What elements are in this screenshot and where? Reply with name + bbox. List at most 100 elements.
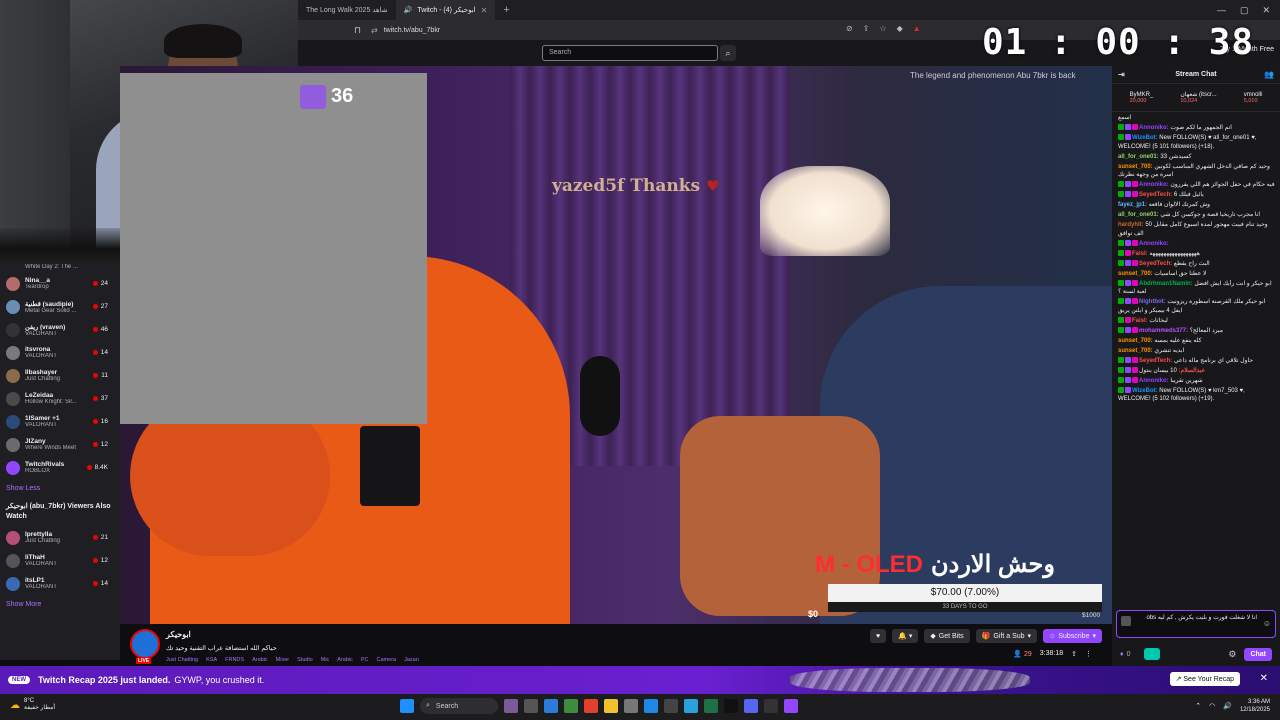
video-player[interactable]: 36 yazed5f Thanks ♥ The legend and pheno… [120, 66, 1112, 624]
vip-badge-icon[interactable] [1132, 259, 1138, 266]
chat-username[interactable]: Annoniko: [1139, 182, 1169, 188]
sub-badge-icon[interactable] [1125, 259, 1131, 266]
chat-username[interactable]: mohammeds377: [1139, 328, 1188, 334]
collapse-chat-icon[interactable]: ⇥ [1118, 70, 1125, 79]
chat-username[interactable]: SeyedTech: [1139, 192, 1172, 198]
obs-icon[interactable] [764, 699, 778, 713]
stream-tag[interactable]: Mic [321, 657, 330, 663]
clock[interactable]: 3:36 AM 12/18/2025 [1240, 698, 1270, 714]
sub-badge-icon[interactable] [1125, 326, 1131, 333]
new-tab-button[interactable]: + [495, 4, 517, 16]
chat-username[interactable]: sunset_700: [1118, 271, 1153, 277]
search-input[interactable]: Search [542, 45, 718, 61]
chat-username[interactable]: all_for_one01: [1118, 154, 1159, 160]
leaderboard-entry[interactable]: vmnolli 5,010 [1244, 92, 1263, 104]
mod-badge-icon[interactable] [1118, 386, 1124, 393]
chat-username[interactable]: SeyedTech: [1139, 261, 1172, 267]
mod-badge-icon[interactable] [1118, 316, 1124, 323]
windows-start-icon[interactable] [400, 699, 414, 713]
channel-points[interactable]: ♦ 0 [1120, 651, 1130, 658]
sub-badge-icon[interactable] [1125, 356, 1131, 363]
stream-tag[interactable]: Jazan [404, 657, 419, 663]
translate-icon[interactable]: ⊘ [846, 24, 853, 33]
vip-badge-icon[interactable] [1132, 326, 1138, 333]
extension-icon[interactable]: ◆ [897, 24, 903, 33]
search-icon[interactable]: ⌕ [720, 45, 736, 61]
sidebar-channel[interactable]: TwitchRivals ROBLOX 8.4K [0, 456, 120, 479]
file-explorer-icon[interactable] [604, 699, 618, 713]
stream-tag[interactable]: PC [361, 657, 369, 663]
stream-tag[interactable]: Studio [297, 657, 313, 663]
chat-username[interactable]: hardyhit: [1118, 222, 1144, 228]
sub-badge-icon[interactable] [1125, 376, 1131, 383]
sidebar-channel[interactable]: itsvrona VALORANT 14 [0, 341, 120, 364]
chat-username[interactable]: عبدالسلام: [1179, 368, 1206, 374]
stream-tag[interactable]: Mixer [276, 657, 289, 663]
stream-tag[interactable]: FRNDS [225, 657, 244, 663]
sub-badge-icon[interactable] [1125, 239, 1131, 246]
mod-badge-icon[interactable] [1118, 298, 1124, 304]
show-less-link[interactable]: Show Less [0, 479, 120, 498]
twitch-app-icon[interactable] [784, 699, 798, 713]
maximize-button[interactable]: ▢ [1240, 5, 1249, 16]
sidebar-item[interactable]: White Day 2: The ... [0, 262, 120, 272]
weather-widget[interactable]: ☁ 8°C أمطار خفيفة [10, 698, 55, 712]
chat-send-button[interactable]: Chat [1244, 647, 1272, 661]
notifications-button[interactable]: 🔔 ▾ [892, 629, 919, 643]
chat-username[interactable]: Annoniko: [1139, 241, 1169, 247]
gear-icon[interactable]: ⚙ [1228, 649, 1236, 660]
chat-username[interactable]: Faisl: [1132, 318, 1148, 324]
sub-badge-icon[interactable] [1125, 124, 1131, 130]
see-recap-button[interactable]: ↗ See Your Recap [1169, 672, 1240, 686]
vip-badge-icon[interactable] [1132, 356, 1138, 363]
mod-badge-icon[interactable] [1118, 376, 1124, 383]
mod-badge-icon[interactable] [1118, 356, 1124, 363]
sidebar-channel[interactable]: lprettylla Just Chatting 21 [0, 526, 120, 549]
sub-badge-icon[interactable] [1125, 191, 1131, 197]
mod-badge-icon[interactable] [1118, 366, 1124, 373]
alert-icon[interactable]: ▲ [913, 24, 921, 33]
sidebar-channel[interactable]: Nina__a Teardrop 24 [0, 272, 120, 295]
sub-badge-icon[interactable] [1125, 298, 1131, 304]
chat-username[interactable]: Nightbot: [1139, 299, 1166, 305]
mod-badge-icon[interactable] [1118, 124, 1124, 130]
app-icon[interactable] [624, 699, 638, 713]
close-window-button[interactable]: ✕ [1262, 5, 1270, 16]
brave-icon[interactable] [584, 699, 598, 713]
discord-icon[interactable] [744, 699, 758, 713]
url-field[interactable]: twitch.tv/abu_7bkr [384, 27, 440, 34]
star-icon[interactable]: ☆ [879, 24, 886, 33]
chat-username[interactable]: Abdrhman1Namin: [1139, 281, 1193, 287]
tray-chevron-icon[interactable]: ⌃ [1195, 702, 1201, 710]
chat-username[interactable]: Faisl: [1132, 251, 1148, 257]
sub-badge-icon[interactable] [1125, 386, 1131, 393]
chat-username[interactable]: SeyedTech: [1139, 358, 1172, 364]
mod-badge-icon[interactable] [1118, 191, 1124, 197]
stream-tag[interactable]: Just Chatting [166, 657, 198, 663]
chat-username[interactable]: sunset_700: [1118, 338, 1153, 344]
volume-icon[interactable]: 🔊 [1223, 702, 1232, 710]
show-more-link[interactable]: Show More [0, 595, 120, 614]
task-view-icon[interactable] [524, 699, 538, 713]
vip-badge-icon[interactable] [1125, 249, 1131, 256]
leaderboard-entry[interactable]: ByMKR_ 20,000 [1130, 92, 1154, 104]
share-icon[interactable]: ⇪ [1071, 650, 1077, 658]
subscribe-button[interactable]: ☆ Subscribe ▾ [1043, 629, 1102, 643]
sidebar-channel[interactable]: itsLP1 VALORANT 14 [0, 572, 120, 595]
browser-tab-active[interactable]: 🔊 Twitch - (4) ابوحيكر ✕ [395, 0, 496, 20]
app-icon[interactable] [664, 699, 678, 713]
chat-username[interactable]: all_for_one01: [1118, 212, 1159, 218]
stream-tag[interactable]: KSA [206, 657, 217, 663]
steam-icon[interactable] [564, 699, 578, 713]
chat-username[interactable]: sunset_700: [1118, 164, 1153, 170]
vip-badge-icon[interactable] [1132, 279, 1138, 286]
taskbar-search[interactable]: ⌕ Search [420, 698, 498, 714]
vip-badge-icon[interactable] [1132, 376, 1138, 383]
vip-badge-icon[interactable] [1125, 316, 1131, 323]
stream-tag[interactable]: Arabic [337, 657, 353, 663]
mod-badge-icon[interactable] [1118, 181, 1124, 187]
browser-tab[interactable]: The Long Walk 2025 شاهد [298, 0, 396, 20]
minimize-button[interactable]: — [1217, 5, 1226, 16]
vip-badge-icon[interactable] [1132, 181, 1138, 187]
stream-tag[interactable]: Camera [377, 657, 397, 663]
